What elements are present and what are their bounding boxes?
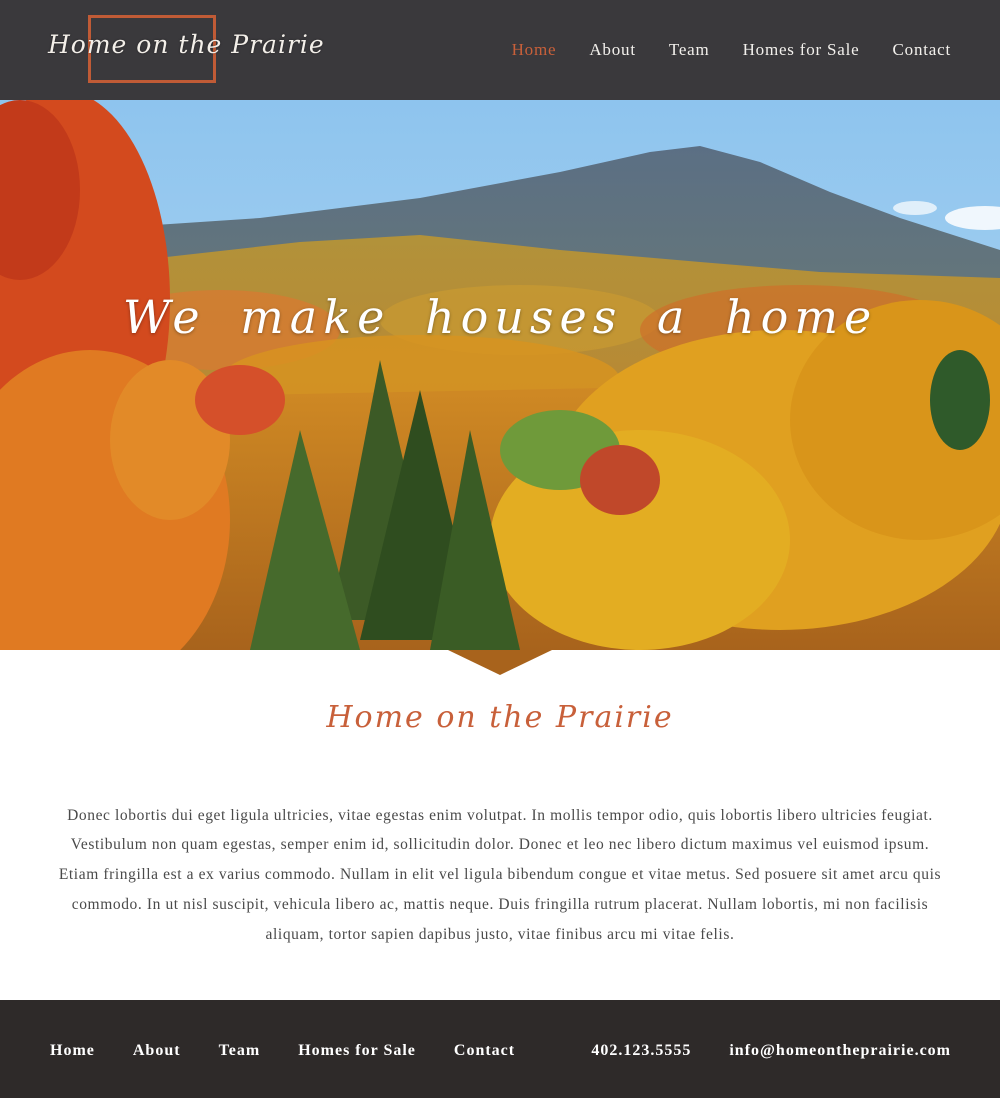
intro-title: Home on the Prairie	[326, 700, 674, 735]
site-logo[interactable]: Home on the Prairie	[48, 12, 325, 90]
main-nav: Home About Team Homes for Sale Contact	[512, 40, 951, 60]
footer-nav-team[interactable]: Team	[219, 1042, 261, 1060]
footer-contact: 402.123.5555 info@homeontheprairie.com	[591, 1042, 951, 1060]
nav-homes-for-sale[interactable]: Homes for Sale	[743, 40, 860, 60]
hero-image	[0, 100, 1000, 650]
footer-nav: Home About Team Homes for Sale Contact	[50, 1042, 515, 1060]
footer-phone[interactable]: 402.123.5555	[591, 1042, 691, 1060]
footer-nav-homes-for-sale[interactable]: Homes for Sale	[298, 1042, 416, 1060]
nav-team[interactable]: Team	[669, 40, 710, 60]
site-footer: Home About Team Homes for Sale Contact 4…	[0, 1000, 1000, 1098]
footer-email[interactable]: info@homeontheprairie.com	[729, 1042, 951, 1060]
hero-banner: We make houses a home	[0, 100, 1000, 650]
site-header: Home on the Prairie Home About Team Home…	[0, 0, 1000, 100]
logo-text: Home on the Prairie	[48, 30, 325, 59]
nav-contact[interactable]: Contact	[893, 40, 951, 60]
hero-tagline: We make houses a home	[122, 290, 878, 344]
nav-about[interactable]: About	[589, 40, 636, 60]
footer-nav-about[interactable]: About	[133, 1042, 181, 1060]
footer-nav-contact[interactable]: Contact	[454, 1042, 515, 1060]
footer-nav-home[interactable]: Home	[50, 1042, 95, 1060]
intro-text: Donec lobortis dui eget ligula ultricies…	[58, 806, 942, 943]
nav-home[interactable]: Home	[512, 40, 557, 60]
section-notch	[448, 650, 552, 675]
